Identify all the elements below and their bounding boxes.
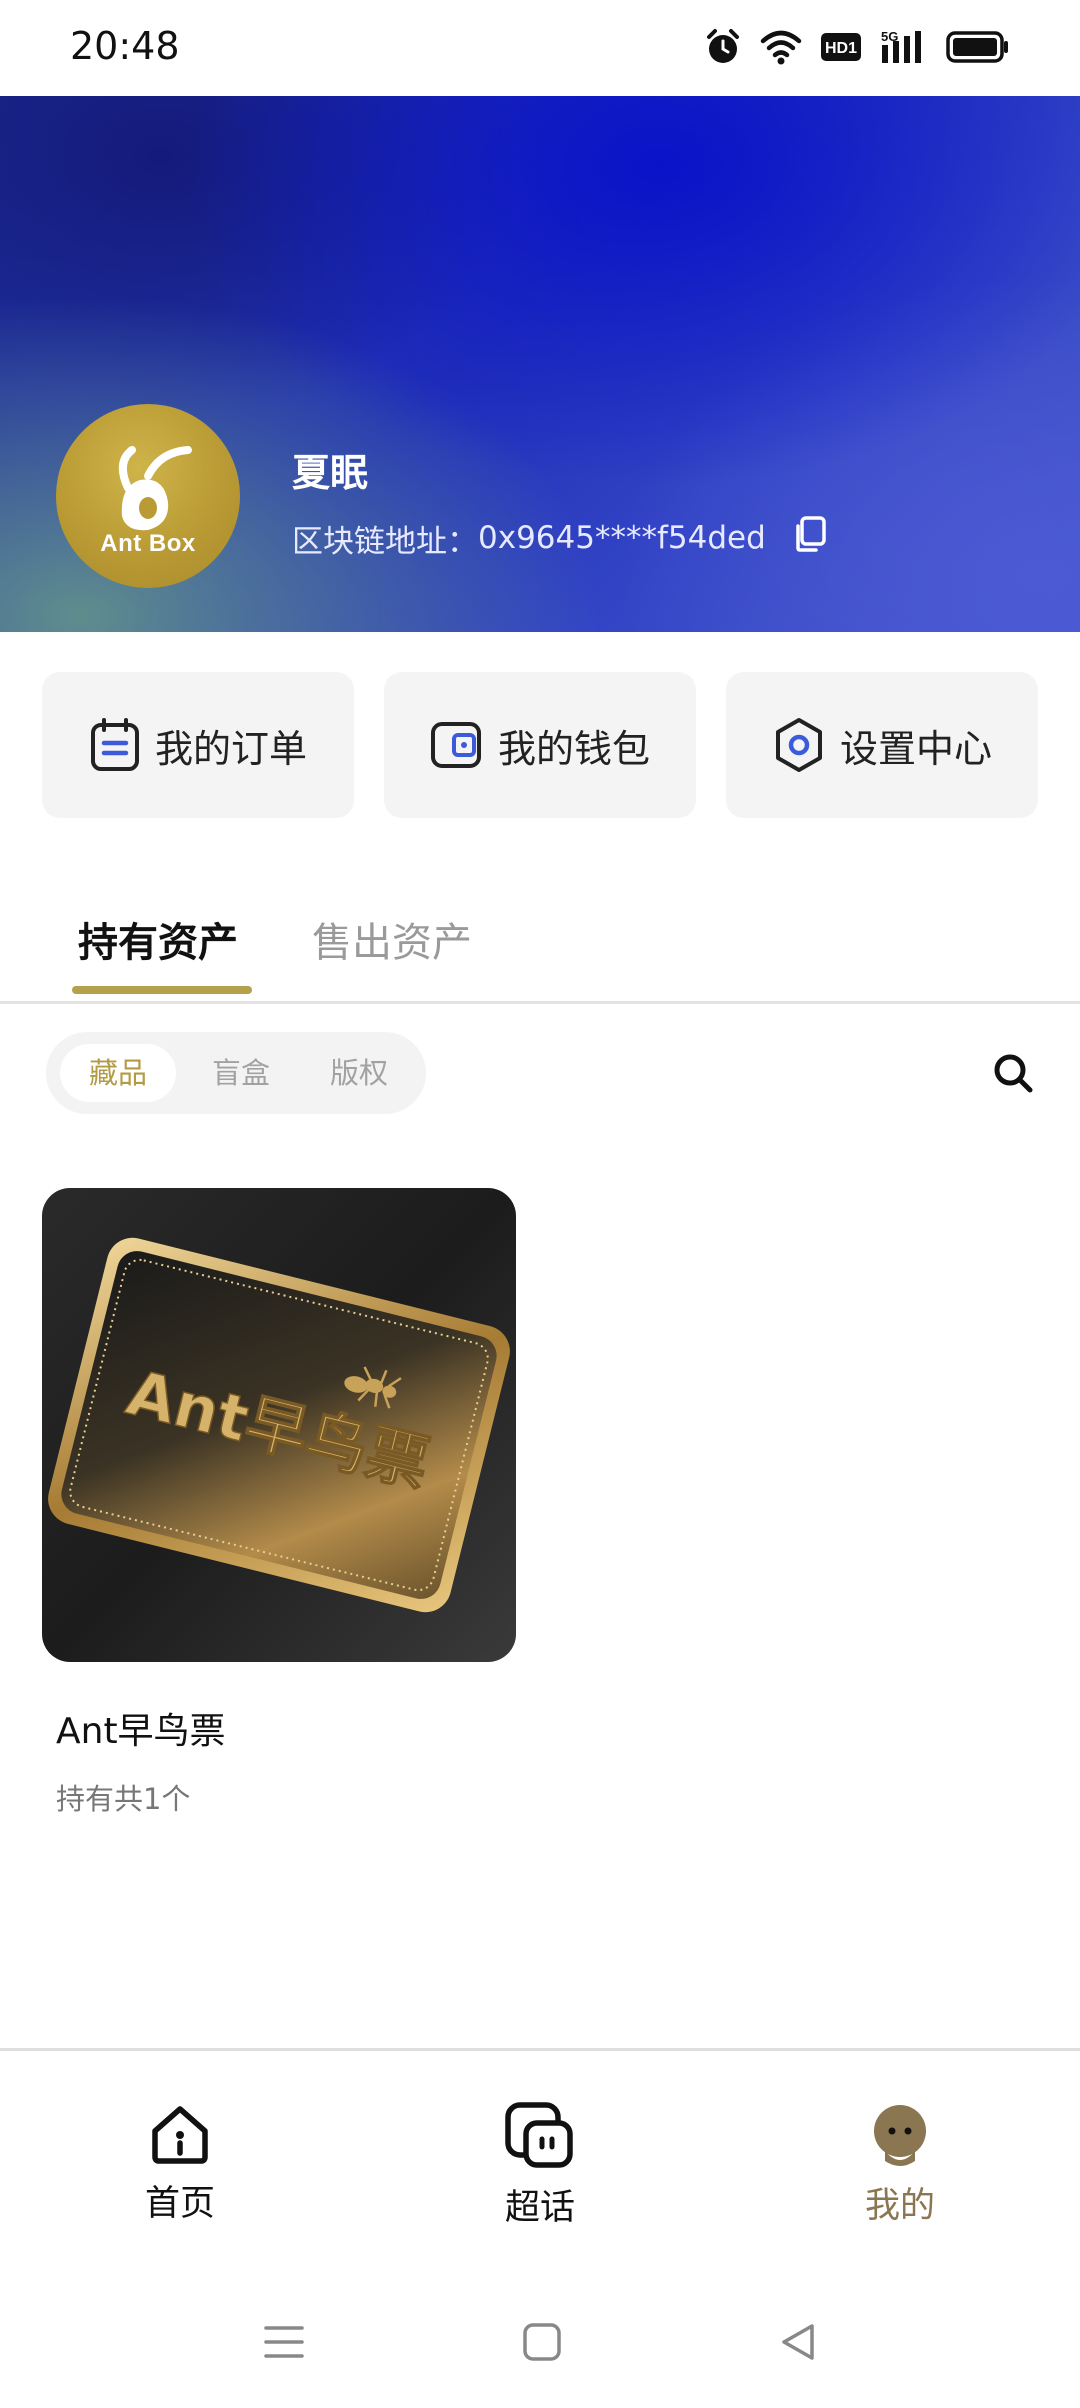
system-nav-bar [0,2290,1080,2408]
tab-held-assets[interactable]: 持有资产 [78,910,238,968]
back-icon[interactable] [776,2320,820,2364]
profile-banner: Ant Box 夏眠 区块链地址： 0x9645****f54ded [0,96,1080,632]
search-icon [994,1054,1033,1093]
nav-mine[interactable]: 我的 [800,2101,1000,2228]
alarm-icon [707,29,739,63]
my-orders-label: 我的订单 [154,726,307,771]
asset-tabs: 持有资产 售出资产 [0,900,1080,1004]
tab-sold-assets[interactable]: 售出资产 [312,910,472,968]
username: 夏眠 [292,451,369,495]
blockchain-address: 区块链地址： 0x9645****f54ded [292,514,830,562]
svg-text:HD1: HD1 [825,40,857,57]
avatar-brand-text: Ant Box [100,530,196,557]
nav-home-label: 首页 [144,2184,215,2224]
avatar[interactable]: Ant Box [56,404,240,588]
category-filter: 藏品 盲盒 版权 [46,1032,426,1114]
asset-image[interactable]: Ant早鸟票 [42,1188,516,1662]
home-square-icon[interactable] [520,2320,564,2364]
status-icons: HD1 5G [704,28,1010,66]
battery-icon [946,31,1008,63]
5g-signal-icon: 5G [881,29,921,63]
asset-count: 持有共1个 [56,1782,191,1816]
menu-icon[interactable] [262,2320,306,2364]
nav-topic[interactable]: 超话 [440,2101,640,2230]
settings-center-button[interactable]: 设置中心 [726,672,1038,818]
wifi-icon [760,30,802,65]
ant-logo-icon [118,446,192,531]
address-value: 0x9645****f54ded [478,520,766,556]
nav-home[interactable]: 首页 [80,2101,280,2226]
category-copyright[interactable]: 版权 [314,1044,404,1102]
copy-icon[interactable] [790,514,830,562]
nav-mine-label: 我的 [864,2186,935,2226]
bottom-nav: 首页 超话 我的 [0,2048,1080,2258]
category-blind-box[interactable]: 盲盒 [196,1044,286,1102]
asset-title[interactable]: Ant早鸟票 [56,1702,226,1754]
hd-icon: HD1 [821,33,861,61]
wallet-icon [430,722,481,768]
quick-actions: 我的订单 我的钱包 设置中心 [42,672,1038,818]
category-collectibles[interactable]: 藏品 [60,1044,176,1102]
status-time: 20:48 [70,24,180,68]
my-wallet-button[interactable]: 我的钱包 [384,672,696,818]
search-button[interactable] [990,1050,1038,1098]
settings-icon [775,718,822,772]
my-orders-button[interactable]: 我的订单 [42,672,354,818]
my-wallet-label: 我的钱包 [497,726,650,771]
settings-center-label: 设置中心 [839,726,992,771]
active-tab-indicator [72,986,252,994]
address-label: 区块链地址： [292,523,478,560]
order-icon [90,718,139,771]
topic-icon [505,2102,573,2168]
profile-icon [874,2105,926,2166]
home-icon [152,2106,208,2164]
status-bar: 20:48 HD1 5G [0,0,1080,96]
nav-topic-label: 超话 [504,2188,575,2228]
